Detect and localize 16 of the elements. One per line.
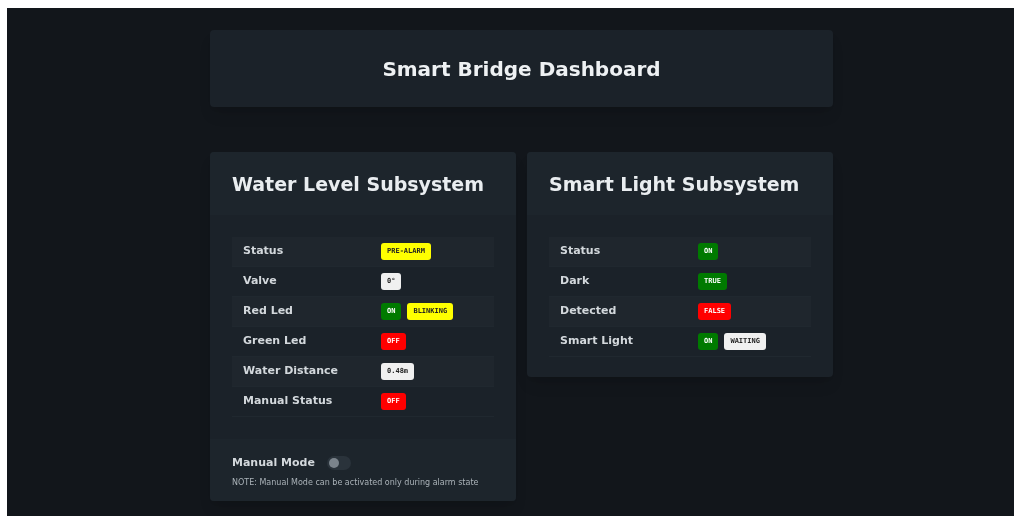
row-label: Detected <box>560 302 618 319</box>
manual-mode-switch[interactable] <box>326 455 351 470</box>
row-label: Status <box>560 242 602 259</box>
row-label: Manual Status <box>243 392 334 409</box>
row-label: Red Led <box>243 302 294 319</box>
row-label: Status <box>243 242 285 259</box>
toggle-label: Manual Mode <box>232 454 315 471</box>
note-text: NOTE: Manual Mode can be activated only during alarm state <box>232 477 480 489</box>
row-label: Valve <box>243 272 278 289</box>
dashboard-title: Smart Bridge Dashboard <box>382 55 661 83</box>
panel-title: Water Level Subsystem <box>232 172 486 197</box>
row-label: Green Led <box>243 332 308 349</box>
row-label: Smart Light <box>560 332 635 349</box>
row-label: Water Distance <box>243 362 340 379</box>
panel-title: Smart Light Subsystem <box>549 172 801 197</box>
row-label: Dark <box>560 272 591 289</box>
